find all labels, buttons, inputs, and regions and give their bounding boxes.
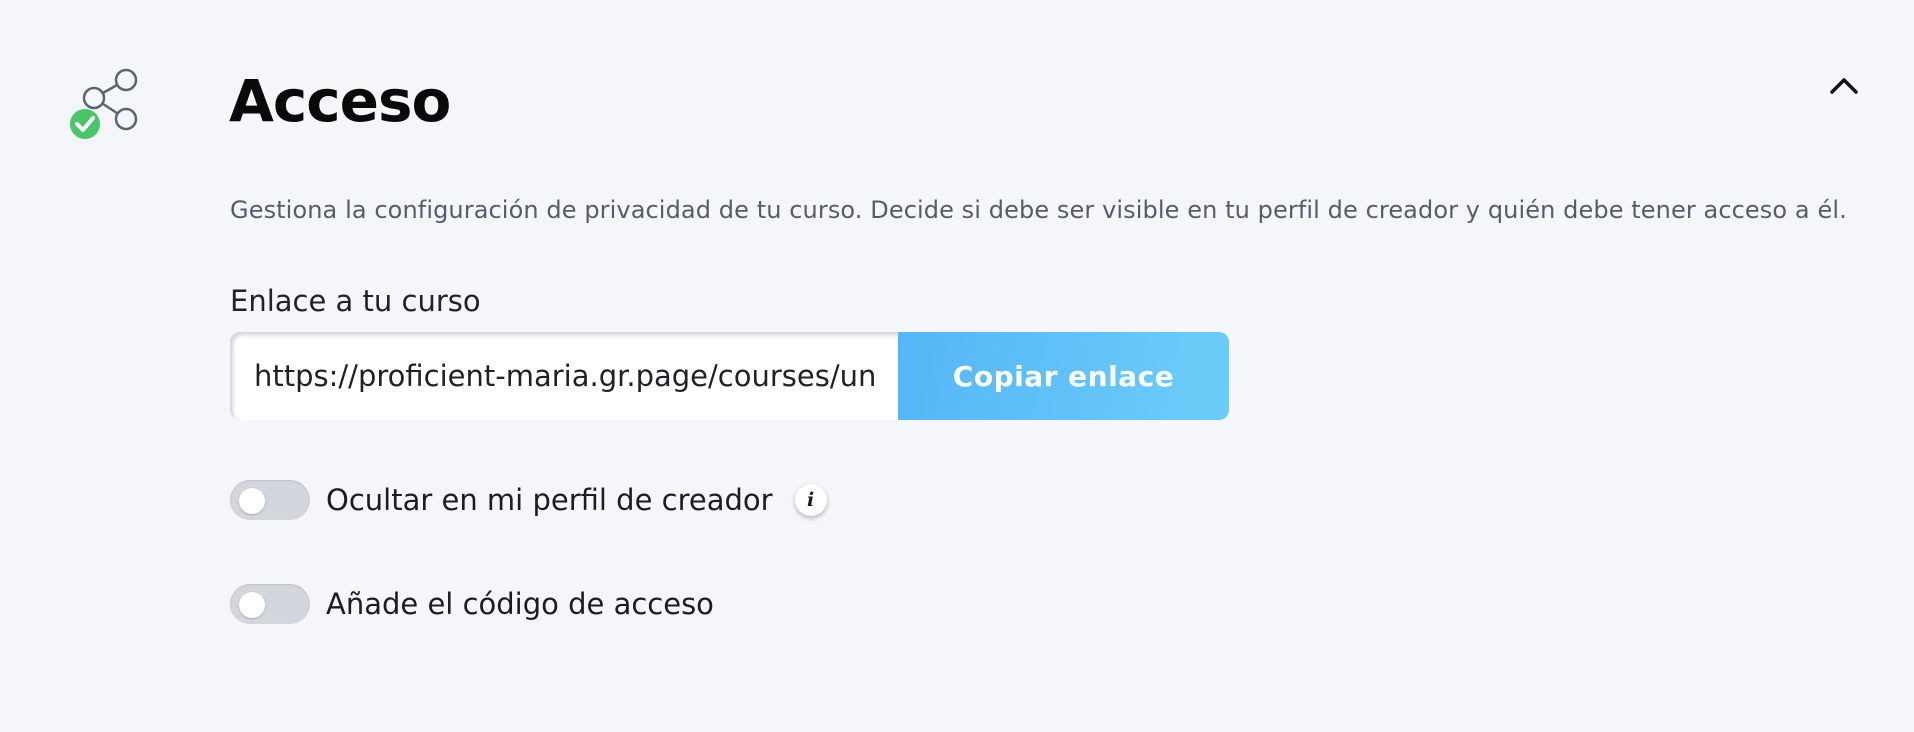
share-check-icon	[68, 66, 142, 140]
section-title: Acceso	[229, 67, 451, 135]
copy-link-button[interactable]: Copiar enlace	[898, 332, 1229, 420]
section-description: Gestiona la configuración de privacidad …	[230, 196, 1847, 224]
toggle-knob	[239, 488, 265, 514]
hide-profile-toggle[interactable]	[230, 480, 310, 520]
access-code-toggle[interactable]	[230, 584, 310, 624]
hide-profile-label: Ocultar en mi perfil de creador	[326, 483, 773, 517]
collapse-chevron-up-icon[interactable]	[1826, 70, 1862, 100]
course-link-group: Copiar enlace	[230, 332, 1229, 420]
access-code-row: Añade el código de acceso	[230, 583, 714, 625]
hide-profile-row: Ocultar en mi perfil de creador i	[230, 479, 827, 521]
course-link-input[interactable]	[230, 332, 898, 420]
access-code-label: Añade el código de acceso	[326, 587, 714, 621]
course-link-label: Enlace a tu curso	[230, 284, 481, 318]
info-icon[interactable]: i	[794, 484, 827, 516]
access-settings-section: Acceso Gestiona la configuración de priv…	[0, 0, 1914, 732]
toggle-knob	[239, 592, 265, 618]
